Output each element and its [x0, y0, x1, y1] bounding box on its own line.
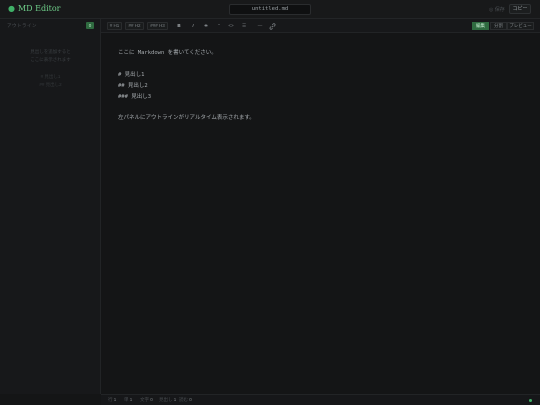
mode-preview-tab[interactable]: プレビュー: [507, 22, 534, 30]
outline-empty-text: ここに表示されます: [30, 57, 71, 62]
quote-button[interactable]: ": [215, 22, 223, 30]
outline-example: ## 見出し2: [39, 82, 62, 87]
editor-line: # 見出し1: [118, 72, 145, 78]
h3-button[interactable]: ### H3: [147, 22, 168, 30]
strike-button[interactable]: S: [202, 22, 210, 30]
app-logo: ● MD Editor: [8, 4, 61, 13]
editor-line: 左パネルにアウトラインがリアルタイム表示されます。: [118, 115, 255, 121]
status-lines: 行 1: [108, 397, 117, 402]
logo-dot-icon: ●: [8, 4, 15, 13]
status-headings: 見出し 1: [159, 397, 177, 402]
status-words: 単 1: [124, 397, 133, 402]
format-toolbar: # H1 ## H2 ### H3 B I S " <> ☰ — 編集 分割 プ…: [101, 19, 540, 33]
filename-input[interactable]: untitled.md: [229, 4, 311, 15]
copy-button[interactable]: コピー: [509, 4, 531, 14]
editor-line: ### 見出し3: [118, 94, 152, 100]
editor-line: ## 見出し2: [118, 83, 148, 89]
markdown-editor[interactable]: ここに Markdown を書いてください。 # 見出し1 ## 見出し2 ##…: [101, 33, 540, 394]
status-chars: 文字 0: [140, 397, 153, 402]
status-indicator-icon: [529, 399, 532, 402]
outline-sidebar: アウトライン 0 見出しを追加すると ここに表示されます # 見出し1 ## 見…: [0, 19, 101, 394]
h2-button[interactable]: ## H2: [125, 22, 144, 30]
h1-button[interactable]: # H1: [107, 22, 122, 30]
status-read: 読む 0: [179, 397, 192, 402]
save-status[interactable]: ◎ 保存: [489, 6, 505, 13]
top-bar: ● MD Editor untitled.md ◎ 保存 コピー: [0, 0, 540, 19]
list-button[interactable]: ☰: [240, 22, 248, 30]
app-title: MD Editor: [17, 4, 61, 13]
outline-heading: アウトライン: [7, 23, 37, 28]
mode-split-tab[interactable]: 分割: [490, 22, 507, 30]
mode-edit-tab[interactable]: 編集: [472, 22, 489, 30]
code-button[interactable]: <>: [227, 22, 235, 30]
outline-count-badge: 0: [86, 22, 94, 29]
bold-button[interactable]: B: [175, 22, 183, 30]
editor-line: ここに Markdown を書いてください。: [118, 50, 217, 56]
status-bar: 行 1 単 1 文字 0 見出し 1 読む 0: [101, 394, 540, 405]
hr-button[interactable]: —: [256, 22, 264, 30]
link-icon[interactable]: [268, 22, 277, 30]
italic-button[interactable]: I: [189, 22, 197, 30]
